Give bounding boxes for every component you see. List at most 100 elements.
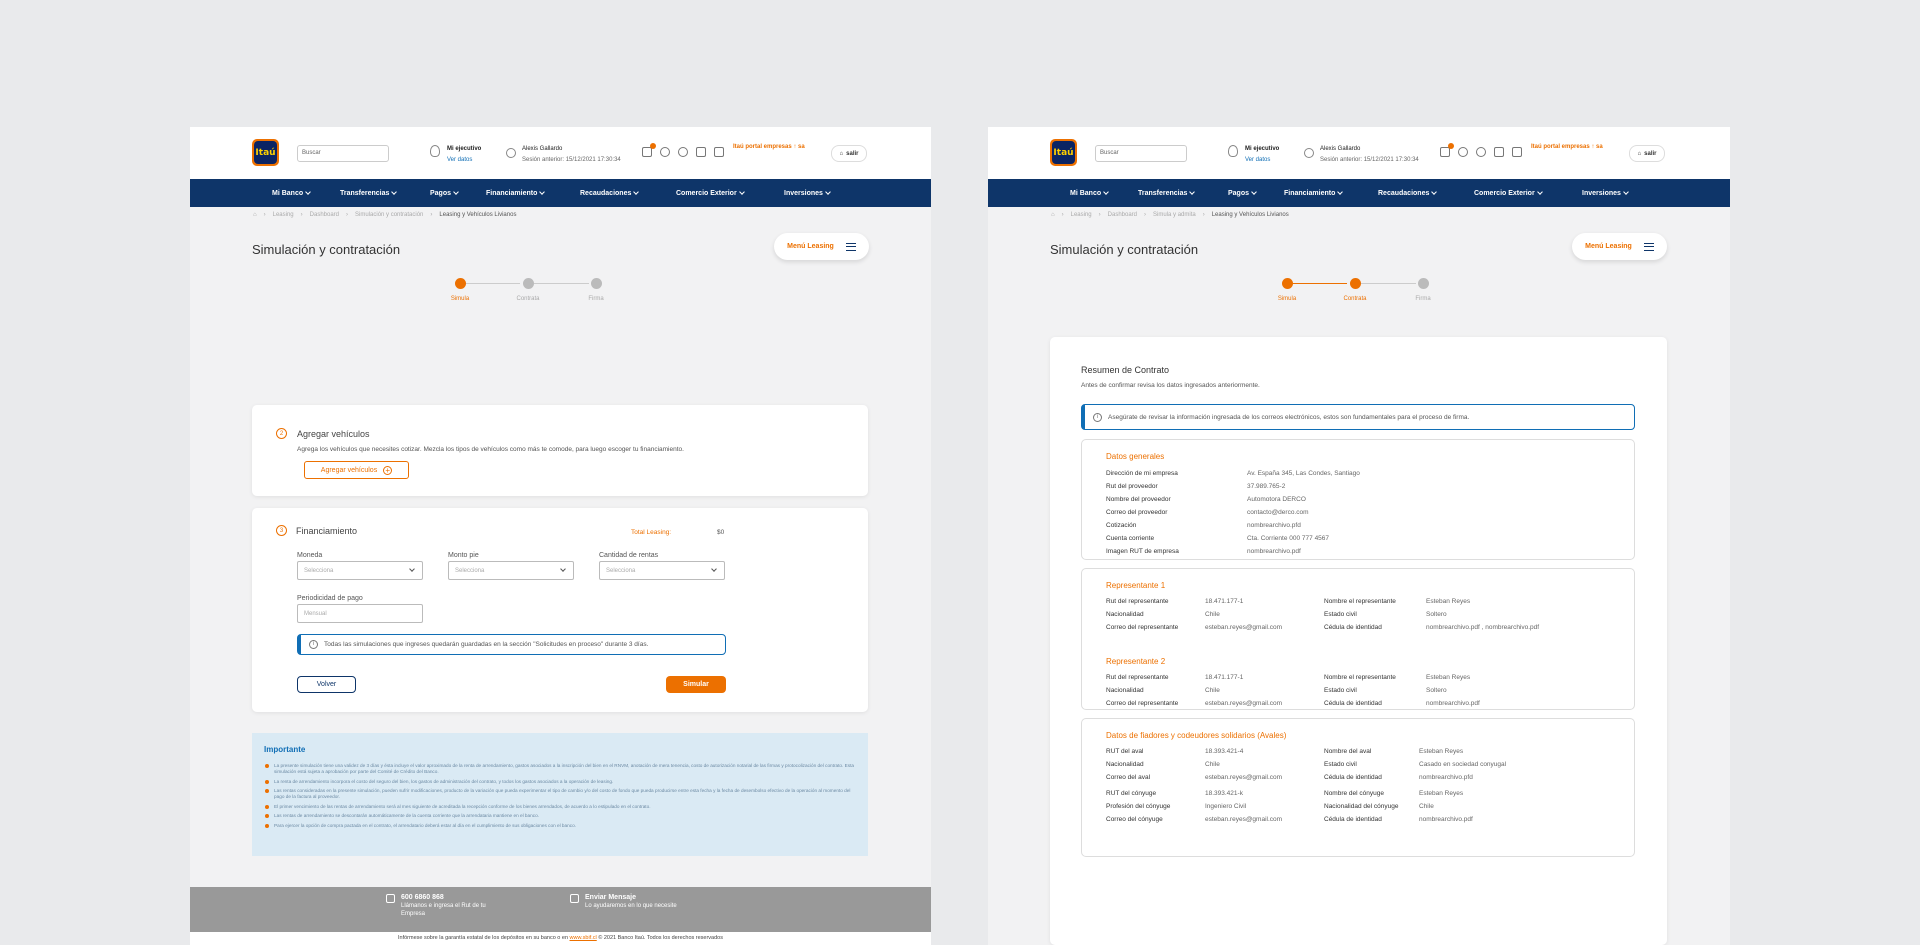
- menu-leasing-button[interactable]: Menú Leasing: [1572, 233, 1667, 260]
- home-icon[interactable]: ⌂: [253, 212, 257, 218]
- field-label: Dirección de mi empresa: [1106, 470, 1178, 477]
- field-value: nombrearchivo.pdf: [1419, 816, 1473, 823]
- nav-mi-banco[interactable]: Mi Banco: [1070, 188, 1138, 197]
- summary-title: Resumen de Contrato: [1081, 365, 1170, 375]
- logout-label: salir: [1644, 150, 1657, 157]
- user-icon: [1304, 148, 1314, 158]
- gear-icon[interactable]: [1458, 147, 1468, 157]
- sbif-link[interactable]: www.sbif.cl: [570, 935, 597, 941]
- mail-icon: [570, 894, 579, 903]
- guarantors-title: Datos de fiadores y codeudores solidario…: [1106, 731, 1287, 740]
- field-value: esteban.reyes@gmail.com: [1205, 700, 1283, 707]
- field-value: Cta. Corriente 000 777 4567: [1247, 535, 1330, 542]
- rentas-select[interactable]: Selecciona: [599, 561, 725, 580]
- general-data-section: Datos generales Dirección de mi empresa …: [1081, 439, 1635, 560]
- search-input[interactable]: Buscar: [297, 145, 389, 162]
- step-contrata: Contrata: [498, 278, 558, 302]
- nav-comercio-exterior[interactable]: Comercio Exterior: [1474, 188, 1582, 197]
- breadcrumb-item[interactable]: Simulación y contratación: [355, 212, 423, 218]
- field-label: Estado civil: [1324, 761, 1357, 768]
- chevron-down-icon: [738, 188, 745, 195]
- field-value: Soltero: [1426, 687, 1447, 694]
- add-vehicles-label: Agregar vehículos: [320, 466, 378, 474]
- executive-icon: [430, 145, 440, 157]
- step-firma: Firma: [566, 278, 626, 302]
- field-value: Casado en sociedad conyugal: [1419, 761, 1507, 768]
- bell-icon[interactable]: [678, 147, 688, 157]
- user-icon: [506, 148, 516, 158]
- monto-pie-select[interactable]: Selecciona: [448, 561, 574, 580]
- notice-item: Las rentas de arrendamiento se descontar…: [264, 813, 856, 819]
- download-icon[interactable]: [1494, 147, 1504, 157]
- breadcrumb-item[interactable]: Leasing: [273, 212, 294, 218]
- gear-icon[interactable]: [660, 147, 670, 157]
- menu-leasing-button[interactable]: Menú Leasing: [774, 233, 869, 260]
- briefcase-icon[interactable]: [642, 143, 656, 157]
- nav-comercio-exterior[interactable]: Comercio Exterior: [676, 188, 784, 197]
- nav-transferencias[interactable]: Transferencias: [1138, 188, 1228, 197]
- periodicidad-input[interactable]: Mensual: [297, 604, 423, 623]
- breadcrumb-item[interactable]: Dashboard: [310, 212, 339, 218]
- view-data-link[interactable]: Ver datos: [447, 155, 481, 166]
- view-data-link[interactable]: Ver datos: [1245, 155, 1279, 166]
- itau-logo[interactable]: Itaú: [252, 139, 279, 166]
- field-value: Esteban Reyes: [1426, 674, 1471, 681]
- download-icon[interactable]: [696, 147, 706, 157]
- nav-inversiones[interactable]: Inversiones: [1582, 188, 1629, 197]
- nav-recaudaciones[interactable]: Recaudaciones: [580, 188, 676, 197]
- main-nav: Mi Banco Transferencias Pagos Financiami…: [190, 179, 931, 207]
- itau-logo[interactable]: Itaú: [1050, 139, 1077, 166]
- portal-label[interactable]: Itaú portal empresas ↑ sa: [733, 144, 805, 150]
- breadcrumb-item[interactable]: Leasing: [1071, 212, 1092, 218]
- nav-financiamiento[interactable]: Financiamiento: [486, 188, 580, 197]
- field-label: Correo del proveedor: [1106, 509, 1168, 516]
- breadcrumb: ⌂ › Leasing › Dashboard › Simulación y cont…: [253, 212, 517, 218]
- moneda-label: Moneda: [297, 552, 323, 559]
- executive-title: Mi ejecutivo: [447, 146, 482, 152]
- breadcrumb-item[interactable]: Simula y admita: [1153, 212, 1196, 218]
- field-value: Chile: [1205, 611, 1220, 618]
- search-input[interactable]: Buscar: [1095, 145, 1187, 162]
- nav-recaudaciones[interactable]: Recaudaciones: [1378, 188, 1474, 197]
- info-icon: i: [1093, 412, 1102, 422]
- logout-button[interactable]: ⌂ salir: [1629, 145, 1665, 162]
- home-icon[interactable]: ⌂: [1051, 212, 1055, 218]
- nav-transferencias[interactable]: Transferencias: [340, 188, 430, 197]
- back-button[interactable]: Volver: [297, 676, 356, 693]
- field-label: Correo del representante: [1106, 700, 1179, 707]
- nav-pagos[interactable]: Pagos: [430, 188, 486, 197]
- chevron-down-icon: [825, 188, 831, 195]
- chevron-down-icon: [1431, 188, 1438, 195]
- add-vehicles-button[interactable]: Agregar vehículos +: [304, 461, 409, 479]
- field-label: Nacionalidad: [1106, 687, 1144, 694]
- notification-badge: [650, 143, 656, 149]
- briefcase-icon[interactable]: [1440, 143, 1454, 157]
- monto-pie-label: Monto pie: [448, 552, 479, 559]
- chevron-down-icon: [391, 188, 398, 195]
- portal-label[interactable]: Itaú portal empresas ↑ sa: [1531, 144, 1603, 150]
- breadcrumb-item[interactable]: Dashboard: [1108, 212, 1137, 218]
- rentas-label: Cantidad de rentas: [599, 552, 659, 559]
- nav-inversiones[interactable]: Inversiones: [784, 188, 831, 197]
- nav-financiamiento[interactable]: Financiamiento: [1284, 188, 1378, 197]
- chevron-down-icon: [633, 188, 640, 195]
- field-label: Correo del representante: [1106, 624, 1179, 631]
- vehicles-card: 2 Agregar vehículos Agrega los vehículos…: [252, 405, 868, 496]
- footer-phone[interactable]: 600 6860 868 Llámanos e ingresa el Rut de…: [401, 894, 501, 918]
- nav-pagos[interactable]: Pagos: [1228, 188, 1284, 197]
- calendar-icon[interactable]: [1512, 147, 1522, 157]
- calendar-icon[interactable]: [714, 147, 724, 157]
- moneda-select[interactable]: Selecciona: [297, 561, 423, 580]
- bell-icon[interactable]: [1476, 147, 1486, 157]
- footer-message[interactable]: Enviar Mensaje Lo ayudaremos en lo que ne…: [585, 894, 715, 910]
- simulate-button[interactable]: Simular: [666, 676, 726, 693]
- email-info-message: i Asegúrate de revisar la información ing…: [1081, 404, 1635, 430]
- nav-mi-banco[interactable]: Mi Banco: [272, 188, 340, 197]
- step-simula: Simula: [1257, 278, 1317, 302]
- contract-screen: Itaú Buscar Mi ejecutivo Ver datos Alexis…: [988, 127, 1730, 945]
- step-contrata: Contrata: [1325, 278, 1385, 302]
- chevron-down-icon: [1337, 188, 1344, 195]
- logo-text: Itaú: [255, 147, 276, 158]
- logout-button[interactable]: ⌂ salir: [831, 145, 867, 162]
- breadcrumb-current: Leasing y Vehículos Livianos: [439, 212, 517, 218]
